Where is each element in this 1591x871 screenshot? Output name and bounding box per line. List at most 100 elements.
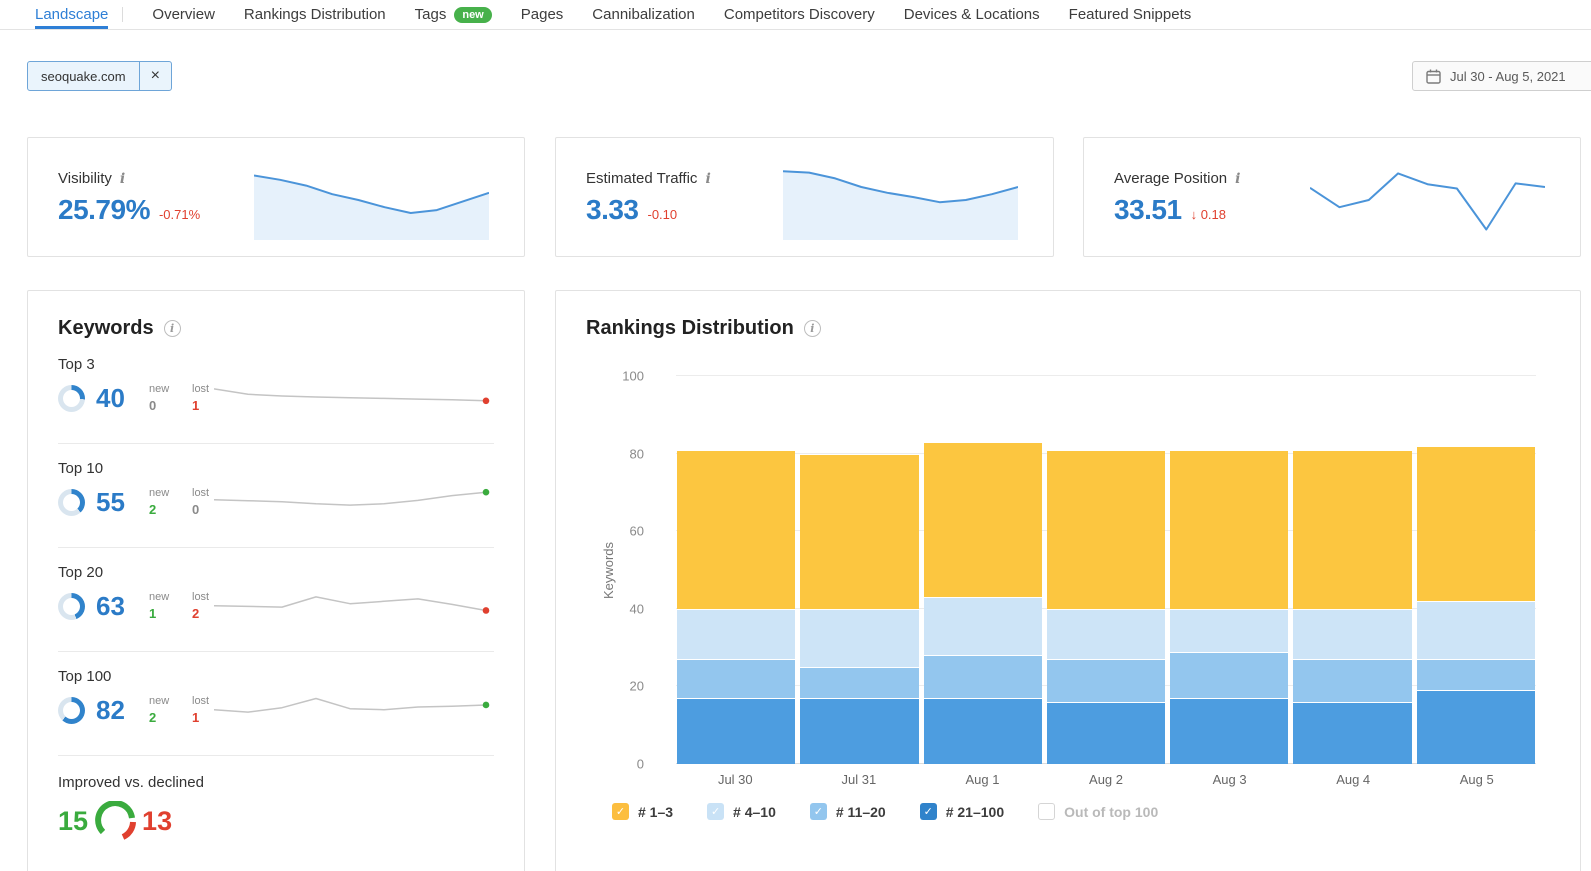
legend-checkbox[interactable]: ✓	[810, 803, 827, 820]
info-icon[interactable]: i	[164, 320, 181, 337]
tab-featured-snippets[interactable]: Featured Snippets	[1069, 0, 1192, 29]
bar-segment[interactable]	[800, 698, 918, 764]
new-value: 1	[149, 605, 181, 623]
bar-segment[interactable]	[1170, 450, 1288, 609]
stacked-bar-aug-1[interactable]	[924, 376, 1042, 764]
row-sparkline	[214, 478, 494, 520]
bar-segment[interactable]	[677, 659, 795, 698]
tab-label: Rankings Distribution	[244, 6, 386, 23]
row-value: 63	[96, 591, 138, 622]
legend-item[interactable]: ✓ # 1–3	[612, 803, 673, 820]
stacked-bar-aug-3[interactable]	[1170, 376, 1288, 764]
keyword-row-top100[interactable]: Top 100 82 new2 lost1	[58, 652, 494, 756]
stacked-bar-aug-5[interactable]	[1417, 376, 1535, 764]
legend-checkbox[interactable]: ✓	[707, 803, 724, 820]
bar-segment[interactable]	[1417, 446, 1535, 601]
bar-segment[interactable]	[677, 698, 795, 764]
info-icon[interactable]: i	[1235, 171, 1240, 187]
tab-landscape[interactable]: Landscape	[35, 0, 108, 29]
row-value: 82	[96, 695, 138, 726]
keyword-row-top10[interactable]: Top 10 55 new2 lost0	[58, 444, 494, 548]
bar-segment[interactable]	[1293, 702, 1411, 764]
chip-remove-button[interactable]: ×	[139, 62, 171, 90]
tab-label: Overview	[152, 6, 215, 23]
bar-segment[interactable]	[1170, 652, 1288, 699]
stacked-bar-jul-30[interactable]	[677, 376, 795, 764]
bar-segment[interactable]	[1417, 690, 1535, 764]
y-tick-label: 100	[622, 369, 644, 384]
date-range-picker[interactable]: Jul 30 - Aug 5, 2021	[1412, 61, 1591, 91]
legend-label: Out of top 100	[1064, 804, 1158, 820]
new-value: 2	[149, 709, 181, 727]
tab-overview[interactable]: Overview	[152, 0, 215, 29]
date-range-label: Jul 30 - Aug 5, 2021	[1450, 69, 1566, 84]
calendar-icon	[1426, 69, 1441, 84]
bar-segment[interactable]	[800, 667, 918, 698]
legend-checkbox[interactable]: ✓	[612, 803, 629, 820]
bar-segment[interactable]	[924, 698, 1042, 764]
bar-segment[interactable]	[924, 597, 1042, 655]
new-label: new	[149, 590, 181, 605]
legend-item[interactable]: ✓# 21–100	[920, 803, 1004, 820]
info-icon[interactable]: i	[804, 320, 821, 337]
tab-competitors-discovery[interactable]: Competitors Discovery	[724, 0, 875, 29]
stacked-bar-aug-2[interactable]	[1047, 376, 1165, 764]
row-sparkline	[214, 582, 494, 624]
average-position-card: Average Position i 33.51 ↓ 0.18	[1083, 137, 1581, 257]
tab-label: Landscape	[35, 6, 108, 23]
info-icon[interactable]: i	[120, 171, 125, 187]
bar-segment[interactable]	[1417, 659, 1535, 690]
legend-checkbox[interactable]: ✓	[920, 803, 937, 820]
bar-segment[interactable]	[1047, 659, 1165, 702]
legend-label: # 1–3	[638, 804, 673, 820]
bar-segment[interactable]	[924, 655, 1042, 698]
bar-segment[interactable]	[1170, 698, 1288, 764]
tab-pages[interactable]: Pages	[521, 0, 564, 29]
row-sparkline	[214, 374, 494, 416]
y-tick-label: 0	[637, 757, 644, 772]
new-label: new	[149, 486, 181, 501]
bar-segment[interactable]	[1417, 601, 1535, 659]
tab-rankings-distribution[interactable]: Rankings Distribution	[244, 0, 386, 29]
tab-cannibalization[interactable]: Cannibalization	[592, 0, 695, 29]
tab-label: Featured Snippets	[1069, 6, 1192, 23]
keyword-row-top3[interactable]: Top 3 40 new0 lost1	[58, 340, 494, 444]
bar-segment[interactable]	[924, 442, 1042, 597]
x-axis-label: Aug 2	[1047, 772, 1166, 787]
bar-segment[interactable]	[1047, 702, 1165, 764]
close-icon: ×	[151, 67, 160, 85]
bar-segment[interactable]	[1170, 609, 1288, 652]
bar-segment[interactable]	[677, 609, 795, 659]
donut-icon	[58, 697, 85, 724]
info-icon[interactable]: i	[705, 171, 710, 187]
legend-label: # 11–20	[836, 804, 886, 820]
tab-label: Devices & Locations	[904, 6, 1040, 23]
tab-tags[interactable]: Tagsnew	[415, 0, 492, 29]
bar-segment[interactable]	[1293, 450, 1411, 609]
legend-item[interactable]: Out of top 100	[1038, 803, 1158, 820]
bar-segment[interactable]	[1293, 659, 1411, 702]
bar-segment[interactable]	[1293, 609, 1411, 659]
row-label: Top 20	[58, 564, 494, 581]
legend-item[interactable]: ✓# 4–10	[707, 803, 776, 820]
y-tick-label: 60	[630, 524, 644, 539]
stacked-bar-jul-31[interactable]	[800, 376, 918, 764]
new-label: new	[149, 382, 181, 397]
bar-segment[interactable]	[1047, 450, 1165, 609]
x-axis-label: Aug 1	[923, 772, 1042, 787]
stacked-bar-aug-4[interactable]	[1293, 376, 1411, 764]
bar-segment[interactable]	[800, 454, 918, 609]
legend-item[interactable]: ✓ # 11–20	[810, 803, 886, 820]
legend-checkbox[interactable]	[1038, 803, 1055, 820]
y-tick-label: 20	[630, 679, 644, 694]
bar-segment[interactable]	[677, 450, 795, 609]
rankings-title: Rankings Distribution	[586, 317, 794, 340]
bar-segment[interactable]	[1047, 609, 1165, 659]
keyword-row-top20[interactable]: Top 20 63 new1 lost2	[58, 548, 494, 652]
bar-segment[interactable]	[800, 609, 918, 667]
tab-devices-locations[interactable]: Devices & Locations	[904, 0, 1040, 29]
metric-title: Estimated Traffic i	[586, 170, 711, 187]
tab-label: Cannibalization	[592, 6, 695, 23]
metric-title: Visibility i	[58, 170, 125, 187]
improved-declined-gauge-icon	[92, 801, 138, 841]
